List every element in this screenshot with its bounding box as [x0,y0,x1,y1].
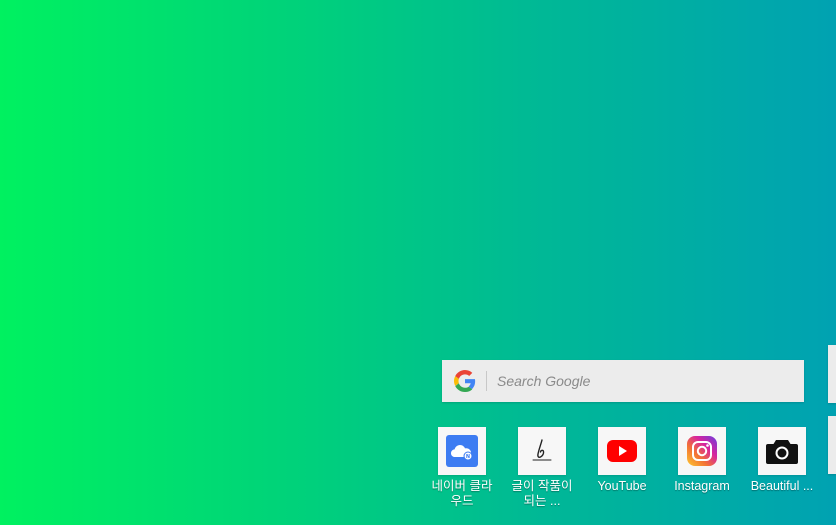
app-label: YouTube [597,479,647,493]
app-tile[interactable]: N [438,427,486,475]
search-divider [486,371,487,391]
youtube-icon [607,440,637,462]
app-shortcut-naver-cloud[interactable]: N 네이버 클라 우드 [422,427,502,509]
app-shortcut-camera[interactable]: Beautiful ... [742,427,822,494]
app-label: Beautiful ... [750,479,814,493]
adjacent-widget-edge-top[interactable] [828,345,836,403]
google-search-bar[interactable]: Search Google [442,360,804,402]
app-tile[interactable] [598,427,646,475]
app-label: 글이 작품이 되는 ... [511,479,573,508]
search-placeholder[interactable]: Search Google [497,373,590,389]
app-label: Instagram [674,479,730,493]
app-tile[interactable] [518,427,566,475]
naver-cloud-icon: N [446,435,478,467]
app-shortcut-instagram[interactable]: Instagram [662,427,742,494]
svg-text:N: N [466,454,470,460]
app-label: 네이버 클라 우드 [431,479,493,508]
camera-icon [766,440,798,464]
instagram-icon [687,436,717,466]
app-shortcut-brunch[interactable]: 글이 작품이 되는 ... [502,427,582,509]
app-shortcut-youtube[interactable]: YouTube [582,427,662,494]
adjacent-widget-edge-bottom[interactable] [828,416,836,474]
google-logo-icon [454,370,476,392]
pen-signature-icon [532,439,552,461]
app-tile[interactable] [758,427,806,475]
app-tile[interactable] [678,427,726,475]
